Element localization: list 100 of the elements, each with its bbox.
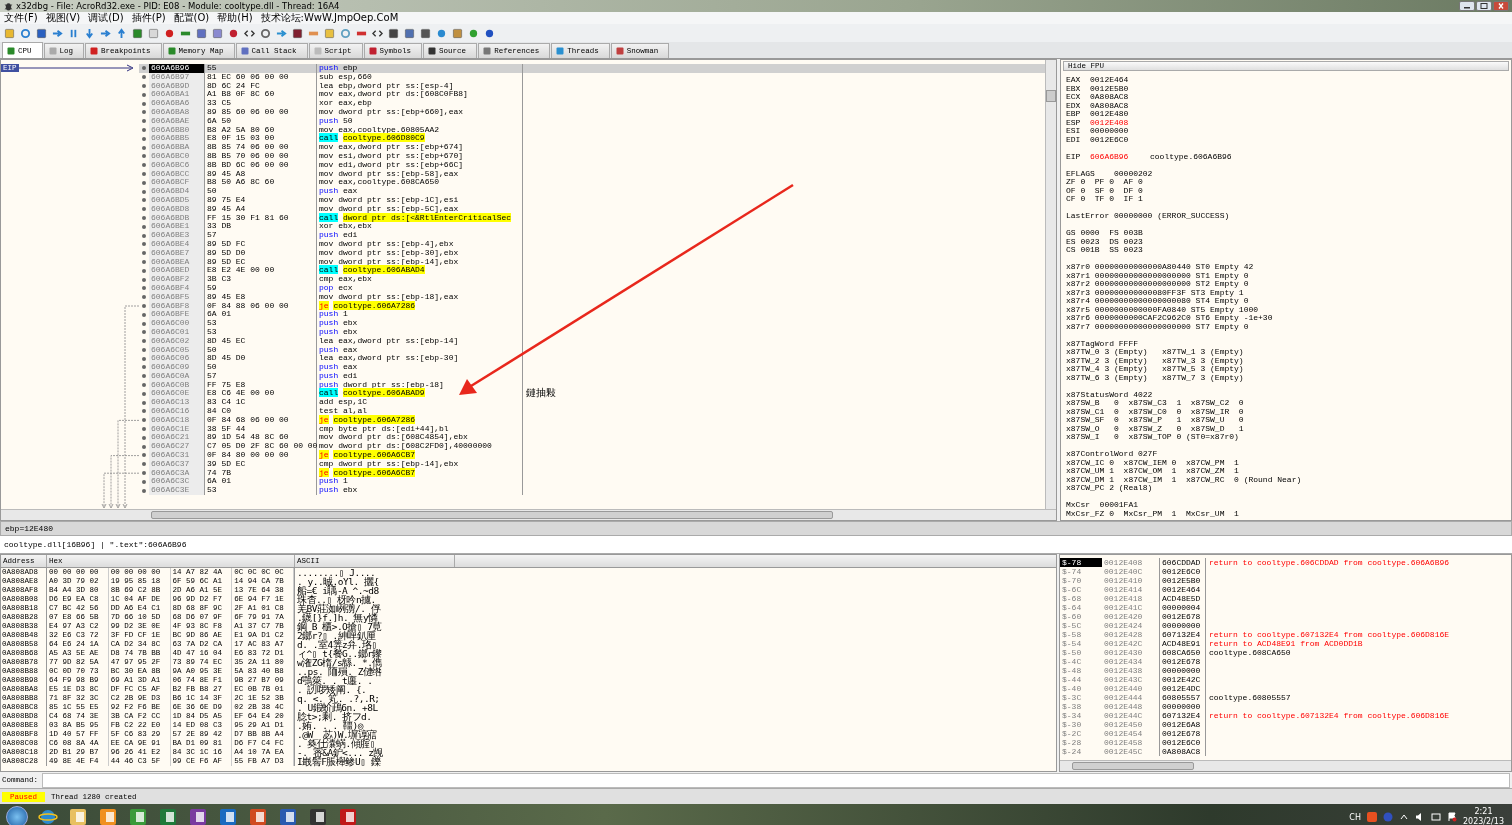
breakpoint-marker[interactable]	[142, 330, 146, 335]
breakpoint-marker[interactable]	[142, 233, 146, 238]
maximize-button[interactable]	[1476, 1, 1492, 11]
instruction-cell: cmp eax,ebx	[317, 275, 523, 284]
command-field[interactable]	[42, 772, 1510, 788]
stop-icon[interactable]	[36, 27, 47, 39]
register-value[interactable]: 0012E5B0	[1090, 84, 1150, 93]
breakpoint-marker[interactable]	[142, 347, 146, 352]
breakpoint-marker[interactable]	[142, 391, 146, 396]
register-value[interactable]: 0A808AC8	[1090, 93, 1150, 102]
breakpoint-marker[interactable]	[142, 215, 146, 220]
breakpoint-marker[interactable]	[142, 136, 146, 141]
breakpoint-marker[interactable]	[142, 339, 146, 344]
comment-cell-text: return to cooltype.607132E4 from cooltype.606D816E	[1208, 711, 1451, 720]
note-icon[interactable]	[324, 27, 335, 39]
menu-item[interactable]: 调试(D)	[88, 12, 124, 24]
close-button[interactable]	[1493, 1, 1509, 11]
breakpoint-marker[interactable]	[142, 462, 146, 467]
horizontal-scrollbar[interactable]	[1060, 760, 1511, 771]
breakpoint-marker[interactable]	[142, 198, 146, 203]
breakpoint-marker[interactable]	[142, 365, 146, 370]
breakpoint-marker[interactable]	[142, 163, 146, 168]
breakpoint-marker[interactable]	[142, 259, 146, 264]
breakpoint-marker[interactable]	[142, 119, 146, 124]
breakpoint-marker[interactable]	[142, 75, 146, 80]
register-name: ESI	[1066, 127, 1082, 136]
network-icon[interactable]	[1430, 812, 1441, 822]
arrow-icon[interactable]	[116, 27, 127, 39]
breakpoint-marker[interactable]	[142, 435, 146, 440]
comment-cell-text: return to cooltype.606CDDAD from cooltype.606A6B96	[1208, 558, 1451, 567]
breakpoint-marker[interactable]	[142, 242, 146, 247]
breakpoint-marker[interactable]	[142, 171, 146, 176]
breakpoint-marker[interactable]	[142, 224, 146, 229]
breakpoint-marker[interactable]	[142, 374, 146, 379]
breakpoint-marker[interactable]	[142, 277, 146, 282]
breakpoint-marker[interactable]	[142, 444, 146, 449]
offset-cell-text: $-64	[1061, 603, 1083, 612]
language-indicator[interactable]: CH	[1349, 812, 1361, 822]
input-method-icon[interactable]	[1366, 812, 1377, 822]
breakpoint-marker[interactable]	[142, 189, 146, 194]
breakpoint-marker[interactable]	[142, 321, 146, 326]
menu-item[interactable]: 文件(F)	[4, 12, 38, 24]
pause-icon[interactable]	[68, 27, 79, 39]
breakpoint-marker[interactable]	[142, 145, 146, 150]
register-value[interactable]: 606A6B96	[1090, 152, 1150, 161]
arrow-icon[interactable]	[84, 27, 95, 39]
address-cell: 0012E458	[1102, 738, 1160, 747]
breakpoint-marker[interactable]	[142, 110, 146, 115]
breakpoint-marker[interactable]	[142, 154, 146, 159]
breakpoint-marker[interactable]	[142, 180, 146, 185]
square-icon[interactable]	[292, 27, 303, 39]
window-icon[interactable]	[196, 27, 207, 39]
breakpoint-marker[interactable]	[142, 92, 146, 97]
address-cell: 606A6C02	[149, 336, 205, 346]
menu-item[interactable]: 配置(O)	[173, 12, 210, 24]
breakpoint-marker[interactable]	[142, 356, 146, 361]
register-value[interactable]: 0012E480	[1090, 110, 1150, 119]
chip-icon[interactable]	[132, 27, 143, 39]
breakpoint-marker[interactable]	[142, 427, 146, 432]
menu-item[interactable]: 帮助(H)	[217, 12, 253, 24]
breakpoint-marker[interactable]	[142, 312, 146, 317]
minimize-button[interactable]	[1459, 1, 1475, 11]
breakpoint-marker[interactable]	[142, 488, 146, 493]
breakpoint-marker[interactable]	[142, 400, 146, 405]
register-value[interactable]: 0A808AC8	[1090, 101, 1150, 110]
register-value[interactable]: 0012E408	[1090, 118, 1150, 127]
breakpoint-marker[interactable]	[142, 453, 146, 458]
breakpoint-marker[interactable]	[142, 251, 146, 256]
breakpoint-marker[interactable]	[142, 66, 146, 71]
arrow-icon[interactable]	[52, 27, 63, 39]
breakpoint-marker[interactable]	[142, 409, 146, 414]
flag-icon[interactable]	[1446, 812, 1457, 822]
window-icon[interactable]	[212, 27, 223, 39]
breakpoint-marker[interactable]	[142, 303, 146, 308]
breakpoint-marker[interactable]	[142, 268, 146, 273]
breakpoint-marker[interactable]	[142, 471, 146, 476]
register-value[interactable]: 00000000	[1090, 127, 1150, 136]
breakpoint-marker[interactable]	[142, 383, 146, 388]
register-line: x87CW_PC 2 (Real8)	[1066, 484, 1154, 493]
breakpoint-marker[interactable]	[142, 479, 146, 484]
vertical-scrollbar[interactable]	[1045, 60, 1056, 509]
instruction-cell: mov dword ptr ss:[ebp-1C],esi	[317, 195, 523, 205]
breakpoint-marker[interactable]	[142, 127, 146, 132]
start-button[interactable]	[6, 806, 28, 825]
register-value[interactable]: 0012E464	[1090, 76, 1150, 85]
breakpoint-marker[interactable]	[142, 295, 146, 300]
menu-item[interactable]: 插件(P)	[131, 12, 166, 24]
breakpoint-marker[interactable]	[142, 418, 146, 423]
breakpoint-marker[interactable]	[142, 84, 146, 88]
arrow-icon[interactable]	[100, 27, 111, 39]
register-value[interactable]: 0012E6C0	[1090, 135, 1150, 144]
box-icon[interactable]	[452, 27, 463, 39]
breakpoint-marker[interactable]	[142, 286, 146, 291]
menu-item[interactable]: 视图(V)	[45, 12, 81, 24]
breakpoint-marker[interactable]	[142, 101, 146, 106]
register-line: x87r7 00000000000000000000 ST7 Empty 0	[1066, 322, 1250, 331]
breakpoint-marker[interactable]	[142, 207, 146, 212]
chevron-icon[interactable]	[1398, 812, 1409, 822]
horizontal-scrollbar[interactable]	[1, 509, 1056, 520]
menu-item[interactable]: 技术论坛:WwW.JmpOep.CoM	[260, 12, 399, 24]
